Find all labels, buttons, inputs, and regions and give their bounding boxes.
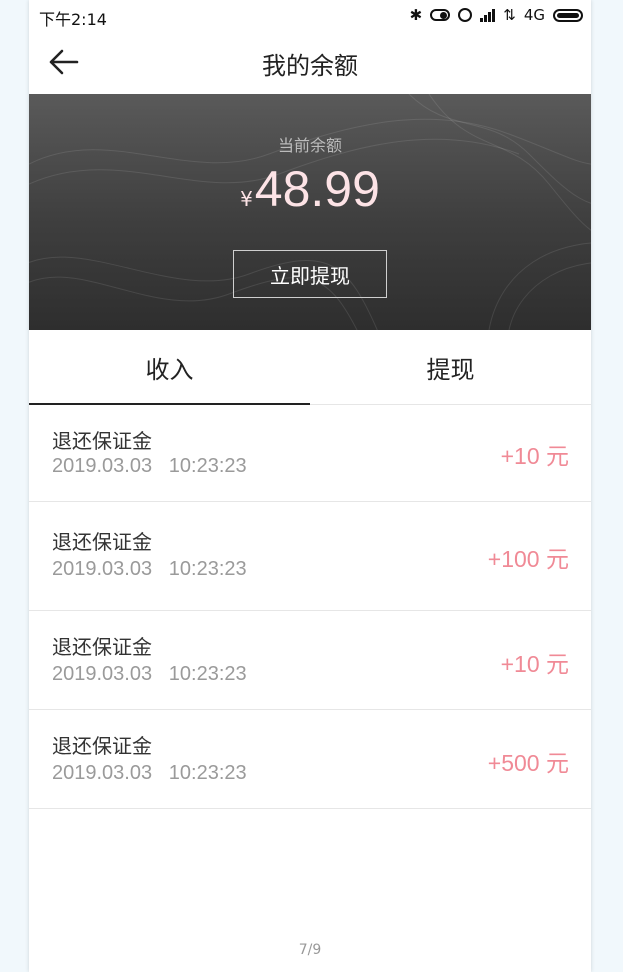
network-label: 4G <box>523 6 545 24</box>
transaction-title: 退还保证金 <box>52 429 152 453</box>
signal-icon <box>480 8 496 22</box>
transaction-time-value: 10:23:23 <box>168 455 247 477</box>
transaction-time-value: 10:23:23 <box>168 558 247 580</box>
transaction-date-value: 2019.03.03 <box>52 455 153 477</box>
page-title: 我的余额 <box>262 52 358 80</box>
tab-income[interactable]: 收入 <box>29 330 310 404</box>
transaction-time-value: 10:23:23 <box>168 663 247 685</box>
transaction-title: 退还保证金 <box>52 530 152 554</box>
transaction-title: 退还保证金 <box>52 734 152 758</box>
alarm-icon <box>458 8 473 22</box>
data-arrows-icon: ⇅ <box>503 6 516 24</box>
list-item[interactable]: 退还保证金 2019.03.03 10:23:23 +10 元 <box>29 611 591 710</box>
transaction-time: 2019.03.03 10:23:23 <box>52 455 247 478</box>
list-item[interactable]: 退还保证金 2019.03.03 10:23:23 +10 元 <box>29 405 591 502</box>
toggle-icon <box>430 9 451 21</box>
bluetooth-icon: ✱ <box>409 6 423 24</box>
phone-screen: 下午2:14 ✱ ⇅ 4G 我的余额 当前余额 ¥48.99 立即提现 收入 提… <box>29 0 591 972</box>
transaction-amount: +10 元 <box>500 443 569 469</box>
tab-bar: 收入 提现 <box>29 330 591 405</box>
transaction-time-value: 10:23:23 <box>168 762 247 784</box>
balance-amount: 48.99 <box>254 161 380 217</box>
transaction-amount: +500 元 <box>487 750 569 776</box>
list-item[interactable]: 退还保证金 2019.03.03 10:23:23 +100 元 <box>29 502 591 611</box>
transaction-time: 2019.03.03 10:23:23 <box>52 762 247 785</box>
status-bar: 下午2:14 ✱ ⇅ 4G <box>29 0 591 30</box>
page-indicator: 7/9 <box>298 942 322 958</box>
balance-card: 当前余额 ¥48.99 立即提现 <box>29 94 591 330</box>
transaction-amount: +100 元 <box>487 546 569 572</box>
list-item[interactable]: 退还保证金 2019.03.03 10:23:23 +500 元 <box>29 710 591 809</box>
transaction-time: 2019.03.03 10:23:23 <box>52 558 247 581</box>
transaction-time: 2019.03.03 10:23:23 <box>52 663 247 686</box>
tab-withdrawals[interactable]: 提现 <box>310 330 591 404</box>
balance-label: 当前余额 <box>277 136 342 155</box>
transaction-date-value: 2019.03.03 <box>52 663 153 685</box>
transaction-amount: +10 元 <box>500 651 569 677</box>
balance-amount-row: ¥48.99 <box>29 160 591 218</box>
transaction-date-value: 2019.03.03 <box>52 762 153 784</box>
nav-bar: 我的余额 <box>29 30 591 94</box>
status-icons: ✱ ⇅ 4G <box>410 4 583 26</box>
transaction-title: 退还保证金 <box>52 635 152 659</box>
transaction-list: 退还保证金 2019.03.03 10:23:23 +10 元 退还保证金 20… <box>29 405 591 809</box>
battery-icon <box>553 8 583 22</box>
currency-symbol: ¥ <box>240 187 253 211</box>
status-time: 下午2:14 <box>39 10 107 29</box>
transaction-date-value: 2019.03.03 <box>52 558 153 580</box>
withdraw-button[interactable]: 立即提现 <box>233 250 387 298</box>
